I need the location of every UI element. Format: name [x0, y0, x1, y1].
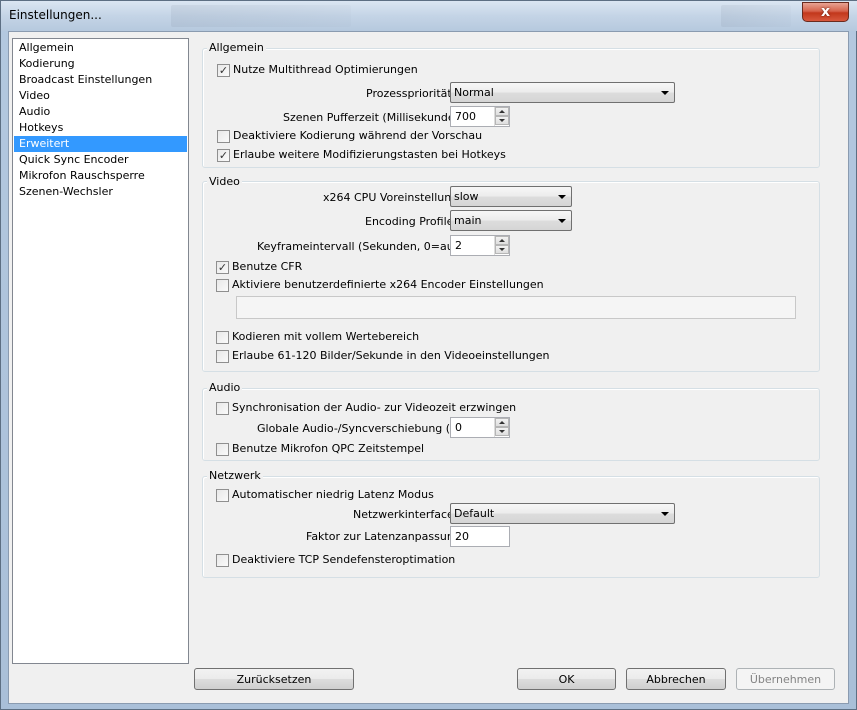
nav-item-video[interactable]: Video [14, 88, 187, 104]
full-range-checkbox[interactable] [216, 331, 229, 344]
close-button[interactable]: x [802, 2, 849, 22]
ok-button-label: OK [558, 672, 575, 686]
title-bar[interactable]: Einstellungen... x [1, 1, 857, 31]
arrow-down-icon [499, 430, 505, 433]
buffer-value: 700 [455, 110, 476, 123]
disable-encoding-preview-checkbox[interactable] [217, 130, 230, 143]
ok-button[interactable]: OK [517, 668, 616, 690]
nav-item-broadcast[interactable]: Broadcast Einstellungen [14, 72, 187, 88]
spin-down-button[interactable] [495, 427, 509, 436]
spin-down-button[interactable] [495, 116, 509, 125]
custom-x264-label: Aktiviere benutzerdefinierte x264 Encode… [232, 278, 544, 291]
audio-sync-label: Synchronisation der Audio- zur Videozeit… [232, 401, 517, 414]
chevron-down-icon [661, 91, 669, 95]
custom-x264-input[interactable] [236, 296, 796, 319]
network-interface-value: Default [454, 507, 495, 520]
audio-group-title: Audio [207, 381, 243, 395]
network-interface-label: Netzwerkinterface: [353, 508, 458, 521]
latency-factor-label: Faktor zur Latenzanpassung: [306, 530, 465, 543]
close-icon: x [820, 4, 831, 20]
video-group-title: Video [207, 175, 242, 189]
nav-item-allgemein[interactable]: Allgemein [14, 40, 187, 56]
apply-button[interactable]: Übernehmen [736, 668, 835, 690]
priority-label: Prozesspriorität: [366, 87, 456, 100]
encoding-profile-dropdown[interactable]: main [450, 210, 572, 231]
multithread-label: Nutze Multithread Optimierungen [233, 63, 418, 76]
apply-button-label: Übernehmen [749, 672, 822, 686]
high-fps-checkbox[interactable] [216, 350, 229, 363]
buffer-label: Szenen Pufferzeit (Millisekunden): [283, 111, 470, 124]
chevron-down-icon [558, 195, 566, 199]
window-title: Einstellungen... [9, 8, 102, 22]
arrow-down-icon [499, 248, 505, 251]
background-window-ghost [171, 5, 351, 27]
full-range-label: Kodieren mit vollem Wertebereich [232, 330, 420, 343]
buffer-spinbox[interactable]: 700 [450, 106, 510, 127]
priority-value: Normal [454, 86, 494, 99]
chevron-down-icon [661, 512, 669, 516]
audio-offset-spinbox[interactable]: 0 [450, 417, 510, 438]
low-latency-checkbox[interactable] [216, 489, 229, 502]
modifier-keys-checkbox[interactable] [217, 149, 230, 162]
nav-item-noise-gate[interactable]: Mikrofon Rauschsperre [14, 168, 187, 184]
encoding-profile-label: Encoding Profile: [365, 215, 458, 228]
low-latency-label: Automatischer niedrig Latenz Modus [232, 488, 434, 501]
latency-factor-input[interactable]: 20 [450, 526, 510, 547]
network-group-title: Netzwerk [207, 469, 263, 483]
audio-offset-label: Globale Audio-/Syncverschiebung (ms): [257, 422, 475, 435]
network-interface-dropdown[interactable]: Default [450, 503, 675, 524]
nav-item-scene-switcher[interactable]: Szenen-Wechsler [14, 184, 187, 200]
arrow-up-icon [499, 421, 505, 424]
multithread-checkbox[interactable] [217, 64, 230, 77]
nav-item-hotkeys[interactable]: Hotkeys [14, 120, 187, 136]
reset-button[interactable]: Zurücksetzen [194, 668, 354, 690]
reset-button-label: Zurücksetzen [236, 672, 312, 686]
keyframe-value: 2 [455, 239, 462, 252]
x264-preset-label: x264 CPU Voreinstellung: [323, 191, 462, 204]
chevron-down-icon [558, 219, 566, 223]
nav-item-audio[interactable]: Audio [14, 104, 187, 120]
arrow-up-icon [499, 239, 505, 242]
keyframe-label: Keyframeintervall (Sekunden, 0=auto): [257, 240, 473, 253]
cancel-button[interactable]: Abbrechen [626, 668, 726, 690]
general-group-title: Allgemein [207, 41, 266, 55]
keyframe-spinbox[interactable]: 2 [450, 235, 510, 256]
cfr-label: Benutze CFR [232, 260, 303, 273]
arrow-up-icon [499, 110, 505, 113]
spin-down-button[interactable] [495, 245, 509, 254]
tcp-optimization-label: Deaktiviere TCP Sendefensteroptimation [232, 553, 456, 566]
nav-item-erweitert[interactable]: Erweitert [14, 136, 187, 152]
high-fps-label: Erlaube 61-120 Bilder/Sekunde in den Vid… [232, 349, 550, 362]
audio-sync-checkbox[interactable] [216, 402, 229, 415]
spin-up-button[interactable] [495, 107, 509, 116]
audio-offset-value: 0 [455, 421, 462, 434]
cfr-checkbox[interactable] [216, 261, 229, 274]
encoding-profile-value: main [454, 214, 482, 227]
tcp-optimization-checkbox[interactable] [216, 554, 229, 567]
mic-qpc-checkbox[interactable] [216, 443, 229, 456]
spin-up-button[interactable] [495, 236, 509, 245]
nav-item-quick-sync[interactable]: Quick Sync Encoder [14, 152, 187, 168]
priority-dropdown[interactable]: Normal [450, 82, 675, 103]
cancel-button-label: Abbrechen [646, 672, 706, 686]
background-window-ghost [721, 5, 791, 27]
x264-preset-dropdown[interactable]: slow [450, 186, 572, 207]
nav-item-kodierung[interactable]: Kodierung [14, 56, 187, 72]
custom-x264-checkbox[interactable] [216, 279, 229, 292]
arrow-down-icon [499, 119, 505, 122]
spin-up-button[interactable] [495, 418, 509, 427]
disable-encoding-preview-label: Deaktiviere Kodierung während der Vorsch… [233, 129, 483, 142]
settings-category-list[interactable]: Allgemein Kodierung Broadcast Einstellun… [12, 38, 189, 664]
mic-qpc-label: Benutze Mikrofon QPC Zeitstempel [232, 442, 425, 455]
modifier-keys-label: Erlaube weitere Modifizierungstasten bei… [233, 148, 506, 161]
x264-preset-value: slow [454, 190, 479, 203]
